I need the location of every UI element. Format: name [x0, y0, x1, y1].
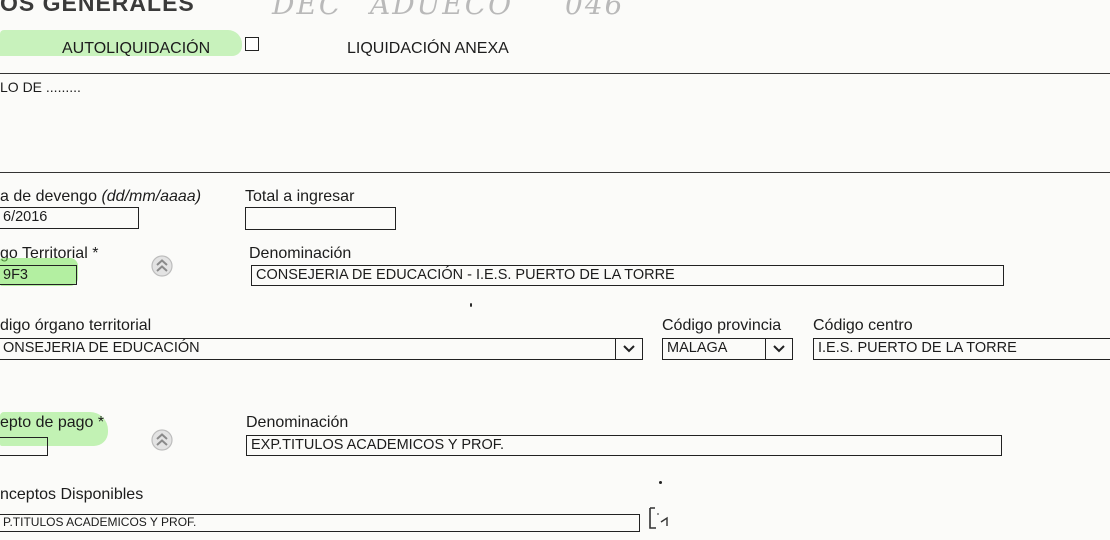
fecha-devengo-text: a de devengo	[0, 188, 97, 205]
codigo-provincia-select[interactable]: MALAGA	[662, 338, 793, 360]
fecha-devengo-input[interactable]: 6/2016	[0, 207, 139, 229]
divider-middle	[0, 172, 1110, 173]
codigo-centro-field[interactable]: I.E.S. PUERTO DE LA TORRE	[813, 338, 1110, 360]
denominacion-territorial-field: CONSEJERIA DE EDUCACIÓN - I.E.S. PUERTO …	[251, 265, 1004, 286]
codigo-provincia-value: MALAGA	[667, 340, 728, 356]
handwritten-note-1: DEC	[272, 0, 343, 21]
autoliquidacion-label: AUTOLIQUIDACIÓN	[62, 40, 211, 57]
handwritten-note-3: 046	[565, 0, 625, 21]
denominacion-concepto-label: Denominación	[246, 414, 349, 431]
scan-speck	[470, 303, 472, 307]
autoliquidacion-checkbox[interactable]	[245, 37, 259, 51]
list-resize-icon[interactable]	[647, 504, 673, 532]
section-title: OS GENERALES	[0, 0, 195, 16]
chevron-down-icon[interactable]	[765, 339, 792, 359]
chevron-up-circle-icon[interactable]	[150, 428, 174, 452]
fecha-devengo-label: a de devengo (dd/mm/aaaa)	[0, 188, 201, 206]
handwritten-note-2: ADUECO	[370, 0, 514, 21]
concepto-pago-label: epto de pago *	[0, 414, 105, 431]
concepto-pago-input[interactable]	[0, 437, 48, 456]
codigo-organo-label: digo órgano territorial	[0, 317, 152, 334]
liquidacion-anexa-label: LIQUIDACIÓN ANEXA	[347, 40, 509, 57]
codigo-provincia-label: Código provincia	[662, 317, 782, 334]
conceptos-disponibles-label: nceptos Disponibles	[0, 486, 144, 503]
codigo-territorial-input[interactable]: 9F3	[0, 265, 77, 285]
fecha-format-hint: (dd/mm/aaaa)	[101, 188, 202, 205]
codigo-organo-value: ONSEJERIA DE EDUCACIÓN	[3, 340, 200, 356]
denominacion-concepto-field: EXP.TITULOS ACADEMICOS Y PROF.	[246, 435, 1002, 456]
total-label: Total a ingresar	[245, 188, 355, 205]
total-input[interactable]	[245, 207, 396, 230]
denominacion-territorial-label: Denominación	[249, 245, 352, 262]
chevron-up-circle-icon[interactable]	[150, 254, 174, 278]
modelo-label: LO DE .........	[0, 79, 81, 95]
scan-speck	[659, 481, 662, 484]
codigo-centro-label: Código centro	[813, 317, 913, 334]
conceptos-disponibles-list[interactable]: P.TITULOS ACADEMICOS Y PROF.	[0, 514, 640, 532]
divider-top	[0, 73, 1110, 74]
chevron-down-icon[interactable]	[615, 339, 642, 359]
codigo-organo-select[interactable]: ONSEJERIA DE EDUCACIÓN	[0, 338, 643, 360]
